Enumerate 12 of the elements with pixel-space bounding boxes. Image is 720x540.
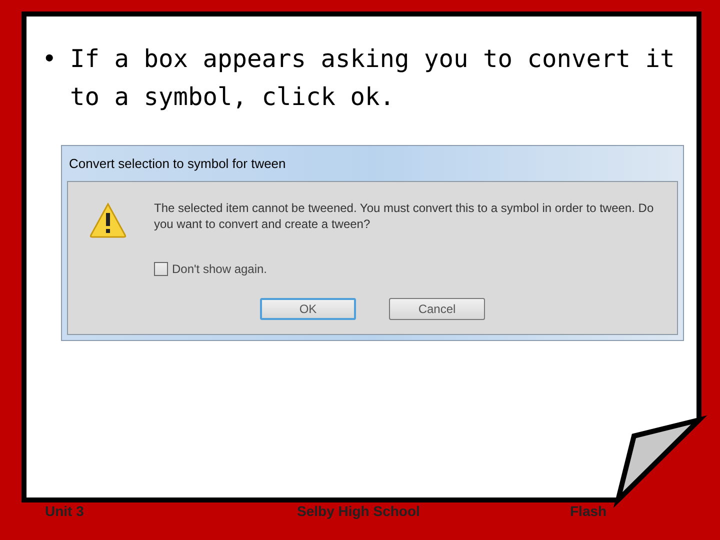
warning-icon [89, 202, 127, 238]
footer-text: Selby High School [297, 502, 421, 521]
dialog-button[interactable]: Cancel [389, 298, 485, 320]
bullet-text: If a box appears asking you to convert it to a symbol, click ok. [70, 43, 676, 113]
footer-text: Unit 3 [45, 502, 85, 520]
checkbox-label[interactable]: Don't show again. [172, 260, 268, 278]
bullet: • [42, 43, 58, 75]
window-title: Convert selection to symbol for tween [69, 154, 286, 173]
dialog-message: The selected item cannot be tweened. You must convert this to a symbol in order to tween. Do you want to convert and create a tween? [154, 200, 654, 233]
checkbox[interactable] [154, 262, 168, 276]
footer-text: Flash [570, 502, 607, 520]
dialog-button[interactable]: OK [260, 298, 356, 320]
